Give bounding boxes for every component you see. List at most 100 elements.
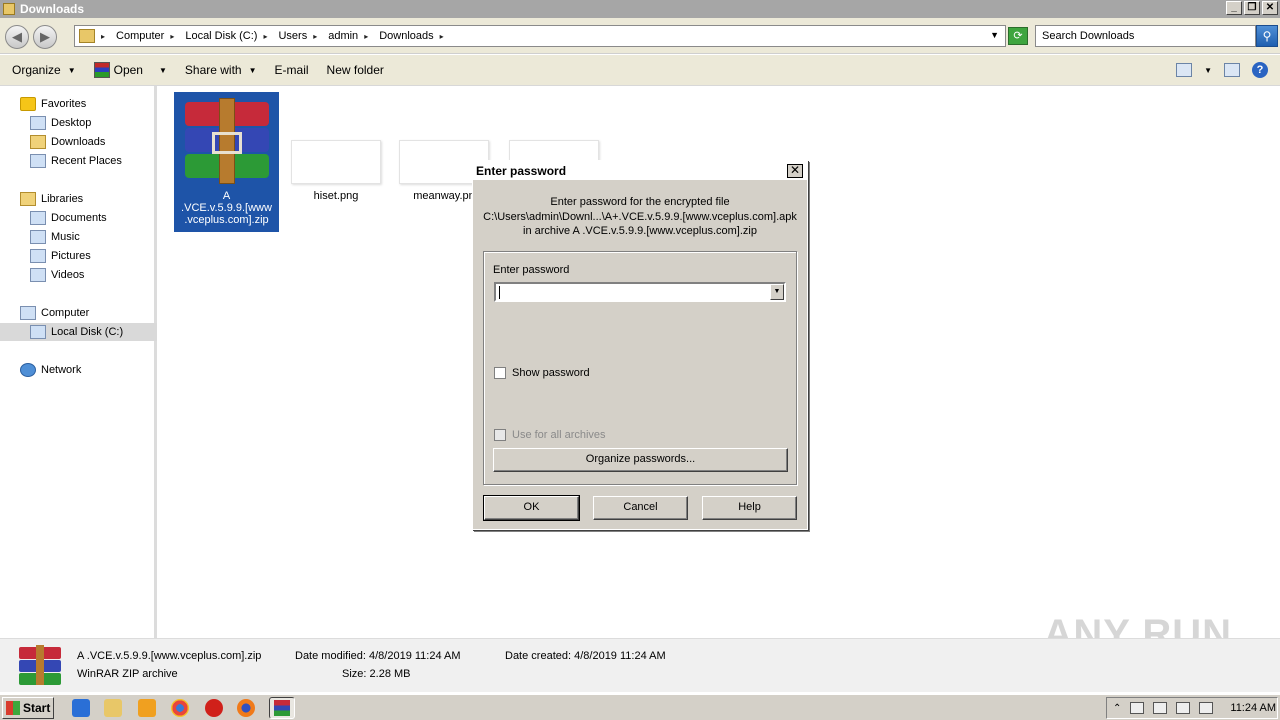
dialog-message: Enter password for the encrypted file C:… <box>483 196 797 237</box>
windows-flag-icon <box>6 701 20 715</box>
share-with-button[interactable]: Share with ▼ <box>185 63 257 77</box>
close-window-button[interactable]: ✕ <box>1262 1 1278 15</box>
new-folder-button[interactable]: New folder <box>327 63 384 77</box>
nav-computer[interactable]: Computer <box>20 305 89 321</box>
window-title: Downloads <box>20 2 85 16</box>
file-name: A .VCE.v.5.9.9.[www .vceplus.com].zip <box>181 190 272 226</box>
breadcrumb-downloads[interactable]: Downloads ▸ <box>379 30 448 42</box>
nav-downloads[interactable]: Downloads <box>30 134 105 150</box>
use-for-all-archives-checkbox: Use for all archives <box>494 429 606 441</box>
breadcrumb-admin[interactable]: admin ▸ <box>328 30 373 42</box>
taskbar: Start ⌃ 11:24 AM <box>0 694 1280 720</box>
winrar-archive-icon <box>179 96 275 186</box>
details-filename: A .VCE.v.5.9.9.[www.vceplus.com].zip <box>77 650 262 662</box>
preview-pane-icon[interactable] <box>1224 63 1240 77</box>
restore-button[interactable]: ❐ <box>1244 1 1260 15</box>
libraries-icon <box>20 192 36 206</box>
password-label: Enter password <box>493 264 570 276</box>
network-icon <box>20 363 36 377</box>
nav-documents[interactable]: Documents <box>30 210 107 226</box>
nav-recent-places[interactable]: Recent Places <box>30 153 122 169</box>
volume-icon[interactable] <box>1176 702 1191 714</box>
firefox-icon[interactable] <box>237 699 255 717</box>
nav-desktop[interactable]: Desktop <box>30 115 91 131</box>
minimize-button[interactable]: _ <box>1226 1 1242 15</box>
address-row: ◀ ▶ ▸ Computer ▸ Local Disk (C:) ▸ Users ▸ … <box>0 18 1280 54</box>
file-item-hiset[interactable]: hiset.png <box>290 140 382 202</box>
clock[interactable]: 11:24 AM <box>1230 702 1276 714</box>
action-center-icon[interactable] <box>1130 702 1145 714</box>
internet-explorer-icon[interactable] <box>72 699 90 717</box>
nav-network[interactable]: Network <box>20 362 81 378</box>
chrome-icon[interactable] <box>171 699 189 717</box>
show-hidden-icons-icon[interactable]: ⌃ <box>1113 703 1121 714</box>
ok-button[interactable]: OK <box>483 495 580 521</box>
dialog-title: Enter password <box>476 163 567 178</box>
folder-icon <box>79 29 95 43</box>
forward-button[interactable]: ▶ <box>33 25 57 49</box>
window-titlebar: Downloads _ ❐ ✕ <box>0 0 1280 18</box>
password-dialog: Enter password ✕ Enter password for the … <box>472 160 808 530</box>
system-tray: ⌃ 11:24 AM <box>1106 697 1278 719</box>
password-group: Enter password ▼ Show password Use for a… <box>483 251 797 485</box>
view-dropdown-icon[interactable]: ▼ <box>1204 66 1212 75</box>
details-pane: A .VCE.v.5.9.9.[www.vceplus.com].zip Win… <box>0 638 1280 692</box>
breadcrumb-local-disk[interactable]: Local Disk (C:) ▸ <box>185 30 272 42</box>
dialog-titlebar: Enter password <box>473 161 807 181</box>
address-dropdown-icon[interactable]: ▼ <box>990 30 999 40</box>
organize-passwords-button[interactable]: Organize passwords... <box>493 448 788 472</box>
file-name: hiset.png <box>313 190 359 202</box>
cancel-button[interactable]: Cancel <box>593 496 688 520</box>
dialog-close-button[interactable]: ✕ <box>787 164 803 178</box>
refresh-button[interactable]: ⟳ <box>1008 27 1028 45</box>
folder-icon <box>3 3 15 15</box>
media-player-icon[interactable] <box>138 699 156 717</box>
nav-music[interactable]: Music <box>30 229 80 245</box>
search-input[interactable]: Search Downloads <box>1035 25 1256 47</box>
breadcrumb-separator[interactable]: ▸ <box>101 32 110 41</box>
email-button[interactable]: E-mail <box>275 63 309 77</box>
password-history-dropdown[interactable]: ▼ <box>770 284 784 300</box>
view-controls: ▼ ? <box>1176 62 1268 78</box>
nav-libraries[interactable]: Libraries <box>20 191 83 207</box>
details-filetype: WinRAR ZIP archive <box>77 668 178 680</box>
navigation-pane: Favorites Desktop Downloads Recent Place… <box>0 86 157 638</box>
address-bar[interactable]: ▸ Computer ▸ Local Disk (C:) ▸ Users ▸ admi… <box>74 25 1006 47</box>
winrar-icon <box>274 700 290 716</box>
help-icon[interactable]: ? <box>1252 62 1268 78</box>
winrar-icon <box>93 62 110 78</box>
organize-button[interactable]: Organize ▼ <box>12 63 76 77</box>
star-icon <box>20 97 36 111</box>
videos-icon <box>30 268 46 282</box>
network-tray-icon[interactable] <box>1153 702 1168 714</box>
music-icon <box>30 230 46 244</box>
explorer-folder-icon[interactable] <box>104 699 122 717</box>
nav-local-disk[interactable]: Local Disk (C:) <box>0 323 157 341</box>
open-button[interactable]: Open ▼ <box>93 62 167 78</box>
breadcrumb-users[interactable]: Users ▸ <box>278 30 322 42</box>
downloads-folder-icon <box>30 135 46 149</box>
flag-icon[interactable] <box>1199 702 1214 714</box>
breadcrumb-computer[interactable]: Computer ▸ <box>116 30 179 42</box>
winrar-taskbar-button[interactable] <box>269 697 295 719</box>
details-date-created: Date created: 4/8/2019 11:24 AM <box>505 650 666 662</box>
recent-places-icon <box>30 154 46 168</box>
window-controls: _ ❐ ✕ <box>1226 1 1278 15</box>
desktop-icon <box>30 116 46 130</box>
opera-icon[interactable] <box>205 699 223 717</box>
file-item-zip[interactable]: A .VCE.v.5.9.9.[www .vceplus.com].zip <box>174 92 279 232</box>
computer-icon <box>20 306 36 320</box>
help-button[interactable]: Help <box>702 496 797 520</box>
search-icon[interactable]: ⚲ <box>1256 25 1278 47</box>
details-size: Size: 2.28 MB <box>342 668 411 680</box>
start-button[interactable]: Start <box>2 697 54 719</box>
nav-pictures[interactable]: Pictures <box>30 248 91 264</box>
documents-icon <box>30 211 46 225</box>
command-bar: Organize ▼ Open ▼ Share with ▼ E-mail New f… <box>0 55 1280 86</box>
password-input[interactable]: ▼ <box>494 282 786 302</box>
nav-videos[interactable]: Videos <box>30 267 84 283</box>
show-password-checkbox[interactable]: Show password <box>494 367 590 379</box>
back-button[interactable]: ◀ <box>5 25 29 49</box>
nav-favorites[interactable]: Favorites <box>20 96 86 112</box>
change-view-icon[interactable] <box>1176 63 1193 77</box>
